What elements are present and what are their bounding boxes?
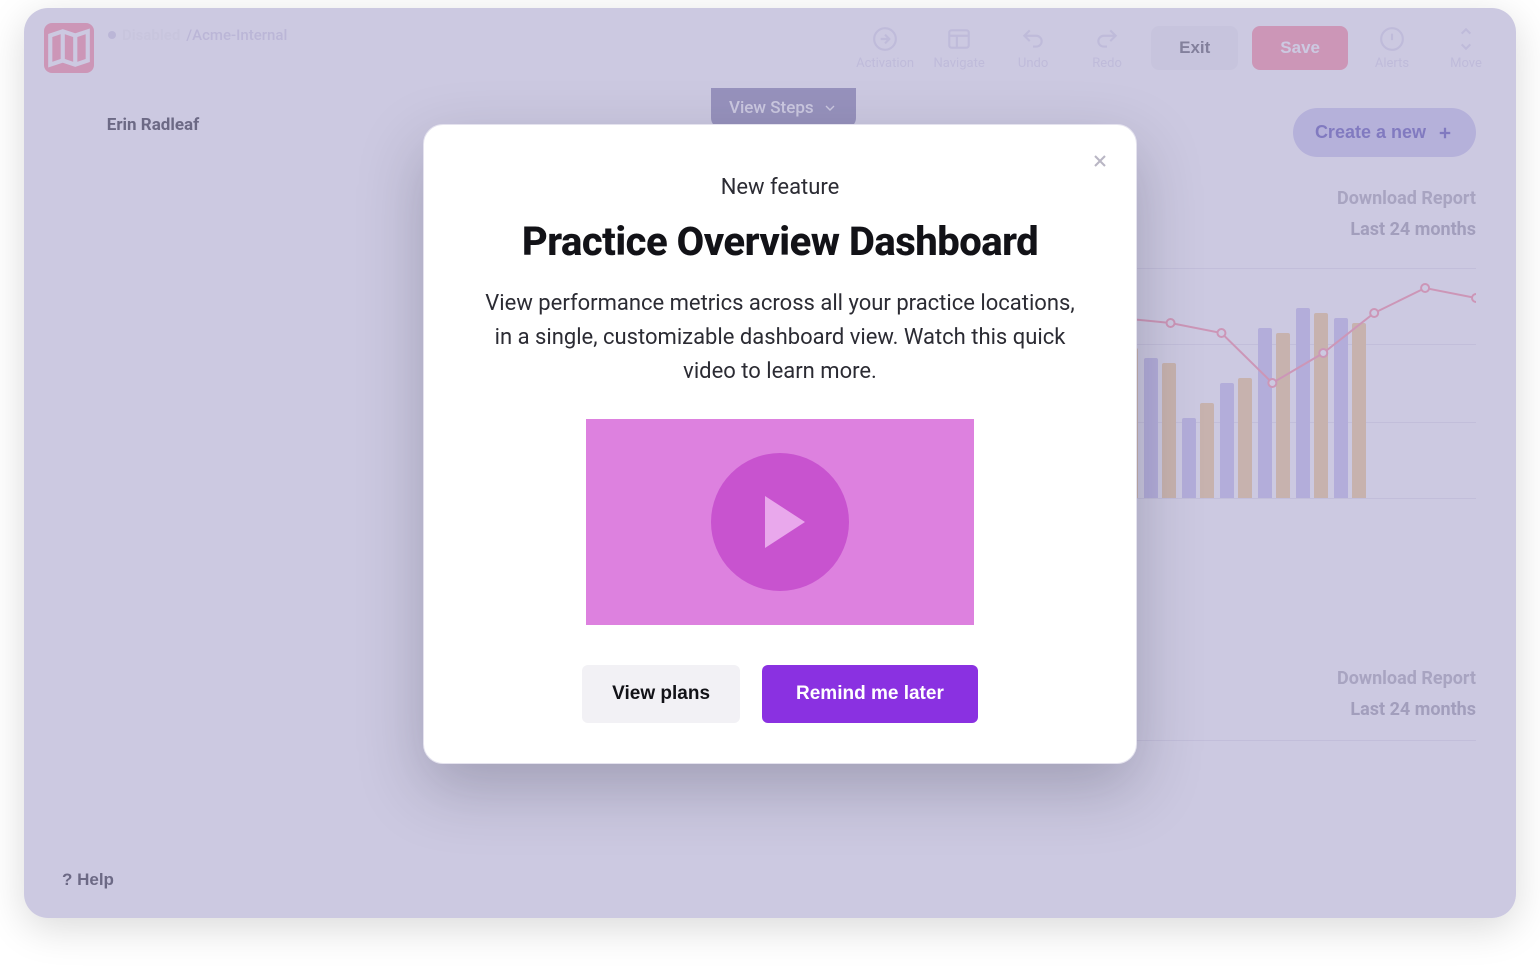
activity-icon: [50, 344, 72, 366]
activation-button[interactable]: Activation: [855, 26, 915, 71]
app-frame: Disabled /Acme-Internal Welcome to Acme …: [24, 8, 1516, 918]
layout-icon: [946, 26, 972, 52]
cart-icon: [50, 260, 72, 282]
download-report-link-2[interactable]: Download Report: [1102, 668, 1476, 689]
sidebar-item-users[interactable]: Users: [42, 418, 264, 460]
alert-circle-icon: [1379, 26, 1405, 52]
status-label: Disabled: [122, 26, 180, 44]
bar-chart-icon: [50, 386, 72, 408]
sidebar-divider: [42, 472, 264, 473]
navigate-button[interactable]: Navigate: [929, 26, 989, 71]
sidebar: Erin Radleaf Dashboard Sales Purchases P…: [24, 88, 282, 918]
sidebar-item-sales[interactable]: Sales: [42, 208, 264, 250]
sidebar-item-activity[interactable]: Activity: [42, 334, 264, 376]
redo-button[interactable]: Redo: [1077, 26, 1137, 71]
sidebar-item-label: Users: [86, 496, 130, 516]
move-button[interactable]: Move: [1436, 26, 1496, 71]
help-button[interactable]: ? Help: [42, 860, 134, 900]
card-icon: [50, 218, 72, 240]
section2-title-fragment: er: [1102, 628, 1476, 658]
sidebar-item-purchases[interactable]: Purchases: [42, 250, 264, 292]
date-range-label: Last 24 months: [1337, 219, 1476, 240]
alerts-button[interactable]: Alerts: [1362, 26, 1422, 71]
close-icon: [1090, 151, 1110, 171]
top-bar: Disabled /Acme-Internal Welcome to Acme …: [24, 8, 1516, 88]
breadcrumb-path: /Acme-Internal: [186, 26, 287, 44]
gear-icon: [50, 495, 72, 517]
sidebar-divider-bottom: [42, 831, 264, 832]
map-icon: [44, 23, 94, 73]
remind-later-button[interactable]: Remind me later: [762, 665, 978, 723]
modal-title: Practice Overview Dashboard: [474, 218, 1086, 265]
grid-icon: [50, 176, 72, 198]
users-icon: [50, 428, 72, 450]
feature-modal: New feature Practice Overview Dashboard …: [423, 124, 1137, 764]
exit-button[interactable]: Exit: [1151, 26, 1238, 70]
video-thumbnail[interactable]: [586, 419, 974, 625]
sidebar-item-label: Sales: [86, 219, 128, 239]
sidebar-item-label: Payroll: [86, 303, 138, 323]
chevron-down-icon: [822, 100, 838, 116]
app-logo: [44, 23, 94, 73]
sidebar-item-label: Reports: [86, 387, 146, 407]
arrow-right-circle-icon: [872, 26, 898, 52]
sidebar-item-dashboard[interactable]: Dashboard: [42, 166, 264, 208]
plus-icon: [1436, 124, 1454, 142]
modal-eyebrow: New feature: [474, 175, 1086, 200]
modal-body: View performance metrics across all your…: [474, 287, 1086, 389]
date-range-label-2: Last 24 months: [1102, 699, 1476, 720]
sidebar-item-label: Purchases: [86, 261, 166, 281]
view-plans-button[interactable]: View plans: [582, 665, 740, 723]
sidebar-item-label: Users: [86, 429, 130, 449]
sidebar-item-label: Dashboard: [86, 177, 168, 197]
title-block: Disabled /Acme-Internal Welcome to Acme …: [108, 26, 325, 71]
play-icon: [765, 496, 805, 548]
download-report-link[interactable]: Download Report: [1337, 188, 1476, 209]
play-button[interactable]: [711, 453, 849, 591]
redo-icon: [1094, 26, 1120, 52]
status-dot-icon: [108, 31, 116, 39]
sidebar-item-settings-users[interactable]: Users: [42, 485, 264, 527]
sidebar-item-reports[interactable]: Reports: [42, 376, 264, 418]
undo-button[interactable]: Undo: [1003, 26, 1063, 71]
create-new-button[interactable]: Create a new: [1293, 108, 1476, 157]
save-button[interactable]: Save: [1252, 26, 1348, 70]
page-title: Welcome to Acme Co!: [108, 46, 325, 71]
view-steps-tab[interactable]: View Steps: [711, 88, 856, 128]
close-button[interactable]: [1086, 147, 1114, 175]
modal-actions: View plans Remind me later: [474, 665, 1086, 723]
sidebar-item-label: Activity: [86, 345, 143, 365]
sidebar-item-payroll[interactable]: Payroll: [42, 292, 264, 334]
report-section-2: er Download Report Last 24 months: [1102, 628, 1476, 741]
list-icon: [50, 302, 72, 324]
undo-icon: [1020, 26, 1046, 52]
user-pill[interactable]: Erin Radleaf: [42, 100, 264, 150]
report-meta: Download Report Last 24 months: [1337, 188, 1476, 240]
move-updown-icon: [1453, 26, 1479, 52]
